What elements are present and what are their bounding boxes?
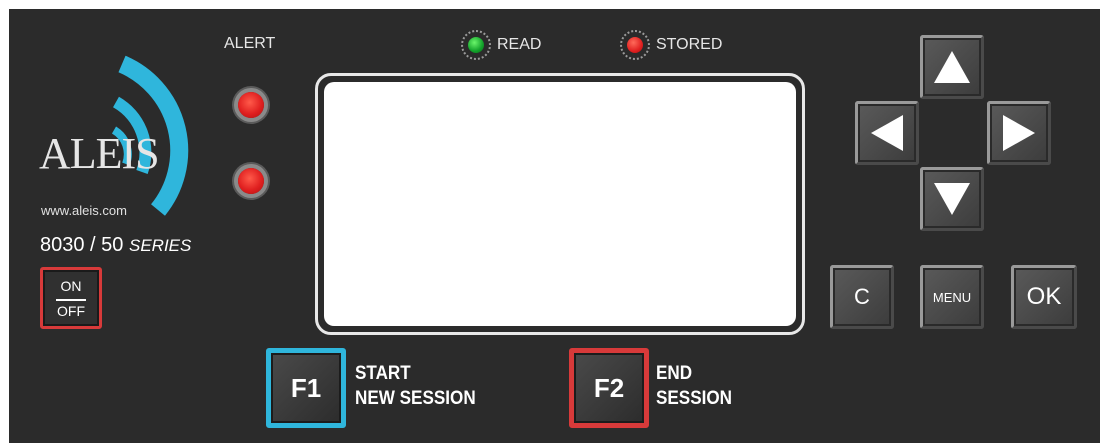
arrow-up-icon bbox=[934, 51, 970, 83]
brand-logo: ALEIS bbox=[39, 129, 160, 178]
right-arrow-button[interactable] bbox=[987, 101, 1051, 165]
power-off-label: OFF bbox=[57, 303, 85, 319]
arrow-right-icon bbox=[1003, 115, 1035, 151]
stored-label: STORED bbox=[656, 36, 723, 53]
f2-caption-line1: END bbox=[656, 363, 693, 384]
down-arrow-button[interactable] bbox=[920, 167, 984, 231]
read-led bbox=[461, 30, 491, 60]
f1-caption: START NEW SESSION bbox=[355, 361, 476, 411]
stored-indicator: STORED bbox=[620, 30, 723, 60]
f2-caption-line2: SESSION bbox=[656, 388, 733, 409]
f2-button[interactable]: F2 bbox=[569, 348, 649, 428]
alert-label: ALERT bbox=[224, 35, 276, 52]
ok-button[interactable]: OK bbox=[1011, 265, 1077, 329]
read-indicator: READ bbox=[461, 30, 542, 60]
display-screen bbox=[324, 82, 796, 326]
read-label: READ bbox=[497, 36, 542, 53]
f1-caption-line2: NEW SESSION bbox=[355, 388, 476, 409]
display-bezel bbox=[315, 73, 805, 335]
up-arrow-button[interactable] bbox=[920, 35, 984, 99]
power-on-label: ON bbox=[60, 278, 82, 294]
power-button[interactable]: ON OFF bbox=[40, 267, 102, 329]
power-divider bbox=[56, 299, 86, 301]
clear-button[interactable]: C bbox=[830, 265, 894, 329]
model-number: 8030 / 50 bbox=[40, 234, 124, 256]
website-link: www.aleis.com bbox=[41, 203, 127, 218]
menu-button[interactable]: MENU bbox=[920, 265, 984, 329]
stored-led bbox=[620, 30, 650, 60]
f1-caption-line1: START bbox=[355, 363, 411, 384]
f2-caption: END SESSION bbox=[656, 361, 732, 411]
left-arrow-button[interactable] bbox=[855, 101, 919, 165]
arrow-down-icon bbox=[934, 183, 970, 215]
alert-led-top bbox=[238, 92, 264, 118]
model-label: 8030 / 50 SERIES bbox=[40, 234, 191, 257]
alert-led-bottom bbox=[238, 168, 264, 194]
f1-button[interactable]: F1 bbox=[266, 348, 346, 428]
model-series: SERIES bbox=[128, 236, 192, 255]
arrow-left-icon bbox=[871, 115, 903, 151]
